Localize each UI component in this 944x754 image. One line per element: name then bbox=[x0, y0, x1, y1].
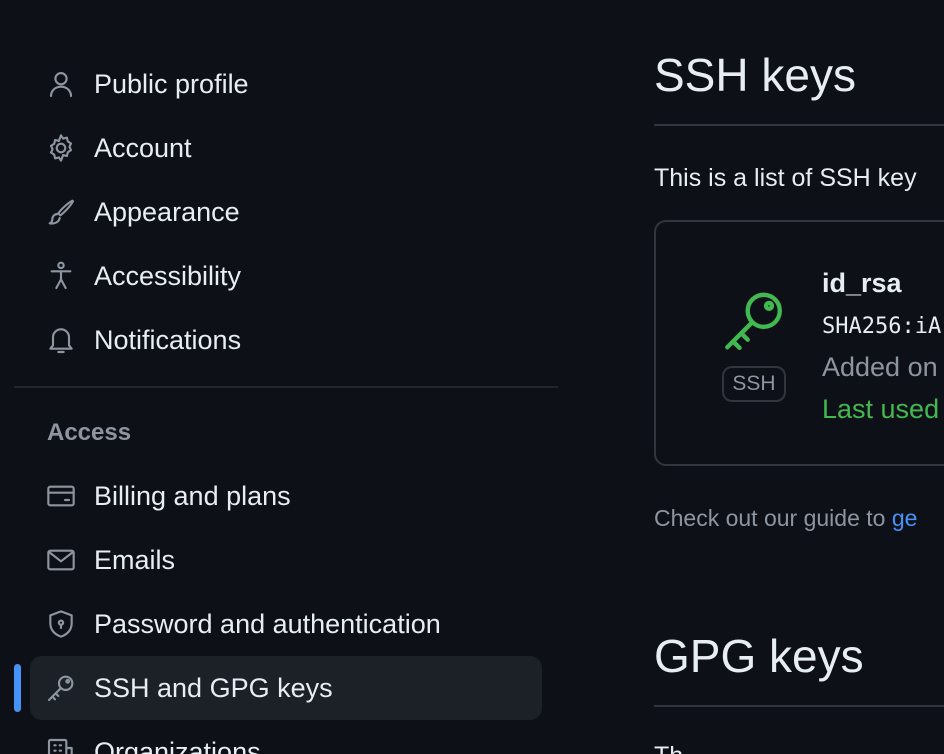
ssh-gpg-keys-content: SSH keys This is a list of SSH key SSH i… bbox=[654, 0, 944, 754]
ssh-keys-title: SSH keys bbox=[654, 49, 856, 101]
sidebar-item-accessibility[interactable]: Accessibility bbox=[30, 244, 542, 308]
key-added-date: Added on bbox=[822, 352, 938, 382]
ssh-key-card: SSH id_rsa SHA256:iA Added on Last used bbox=[654, 220, 944, 466]
sidebar-item-notifications[interactable]: Notifications bbox=[30, 308, 542, 372]
organization-icon bbox=[44, 735, 78, 754]
sidebar-item-label: Public profile bbox=[94, 68, 249, 99]
sidebar-item-label: Organizations bbox=[94, 736, 261, 754]
settings-page: Public profile Account Appearance Access… bbox=[0, 0, 944, 754]
ssh-type-badge: SSH bbox=[722, 366, 786, 402]
sidebar-item-label: SSH and GPG keys bbox=[94, 672, 333, 703]
credit-card-icon bbox=[44, 479, 78, 513]
sidebar-item-billing[interactable]: Billing and plans bbox=[30, 464, 542, 528]
guide-text: Check out our guide to ge bbox=[654, 505, 917, 532]
sidebar-item-appearance[interactable]: Appearance bbox=[30, 180, 542, 244]
bell-icon bbox=[44, 323, 78, 357]
sidebar-divider bbox=[14, 386, 558, 388]
gear-icon bbox=[44, 131, 78, 165]
guide-prefix: Check out our guide to bbox=[654, 505, 892, 531]
gpg-keys-title: GPG keys bbox=[654, 630, 864, 682]
key-icon bbox=[720, 286, 790, 356]
paintbrush-icon bbox=[44, 195, 78, 229]
key-icon bbox=[44, 671, 78, 705]
person-icon bbox=[44, 67, 78, 101]
sidebar-item-ssh-gpg-keys[interactable]: SSH and GPG keys bbox=[30, 656, 542, 720]
sidebar-item-organizations[interactable]: Organizations bbox=[30, 720, 542, 754]
sidebar-item-label: Accessibility bbox=[94, 260, 242, 291]
gpg-title-divider bbox=[654, 705, 944, 707]
key-name: id_rsa bbox=[822, 268, 902, 298]
sidebar-item-label: Notifications bbox=[94, 324, 242, 355]
sidebar-item-password-authentication[interactable]: Password and authentication bbox=[30, 592, 542, 656]
sidebar-item-account[interactable]: Account bbox=[30, 116, 542, 180]
mail-icon bbox=[44, 543, 78, 577]
sidebar-item-emails[interactable]: Emails bbox=[30, 528, 542, 592]
sidebar-item-label: Account bbox=[94, 132, 192, 163]
ssh-title-divider bbox=[654, 124, 944, 126]
sidebar-item-label: Billing and plans bbox=[94, 480, 291, 511]
guide-link[interactable]: ge bbox=[892, 505, 918, 531]
gpg-keys-description: Th bbox=[654, 742, 683, 754]
sidebar-item-label: Password and authentication bbox=[94, 608, 441, 639]
accessibility-icon bbox=[44, 259, 78, 293]
sidebar-item-label: Appearance bbox=[94, 196, 240, 227]
ssh-keys-description: This is a list of SSH key bbox=[654, 164, 917, 192]
active-indicator bbox=[14, 664, 21, 712]
key-fingerprint: SHA256:iA bbox=[822, 314, 942, 339]
settings-sidebar: Public profile Account Appearance Access… bbox=[0, 0, 560, 754]
key-last-used: Last used bbox=[822, 394, 940, 424]
shield-lock-icon bbox=[44, 607, 78, 641]
sidebar-item-public-profile[interactable]: Public profile bbox=[30, 52, 542, 116]
sidebar-item-label: Emails bbox=[94, 544, 176, 575]
sidebar-section-title: Access bbox=[47, 419, 132, 446]
